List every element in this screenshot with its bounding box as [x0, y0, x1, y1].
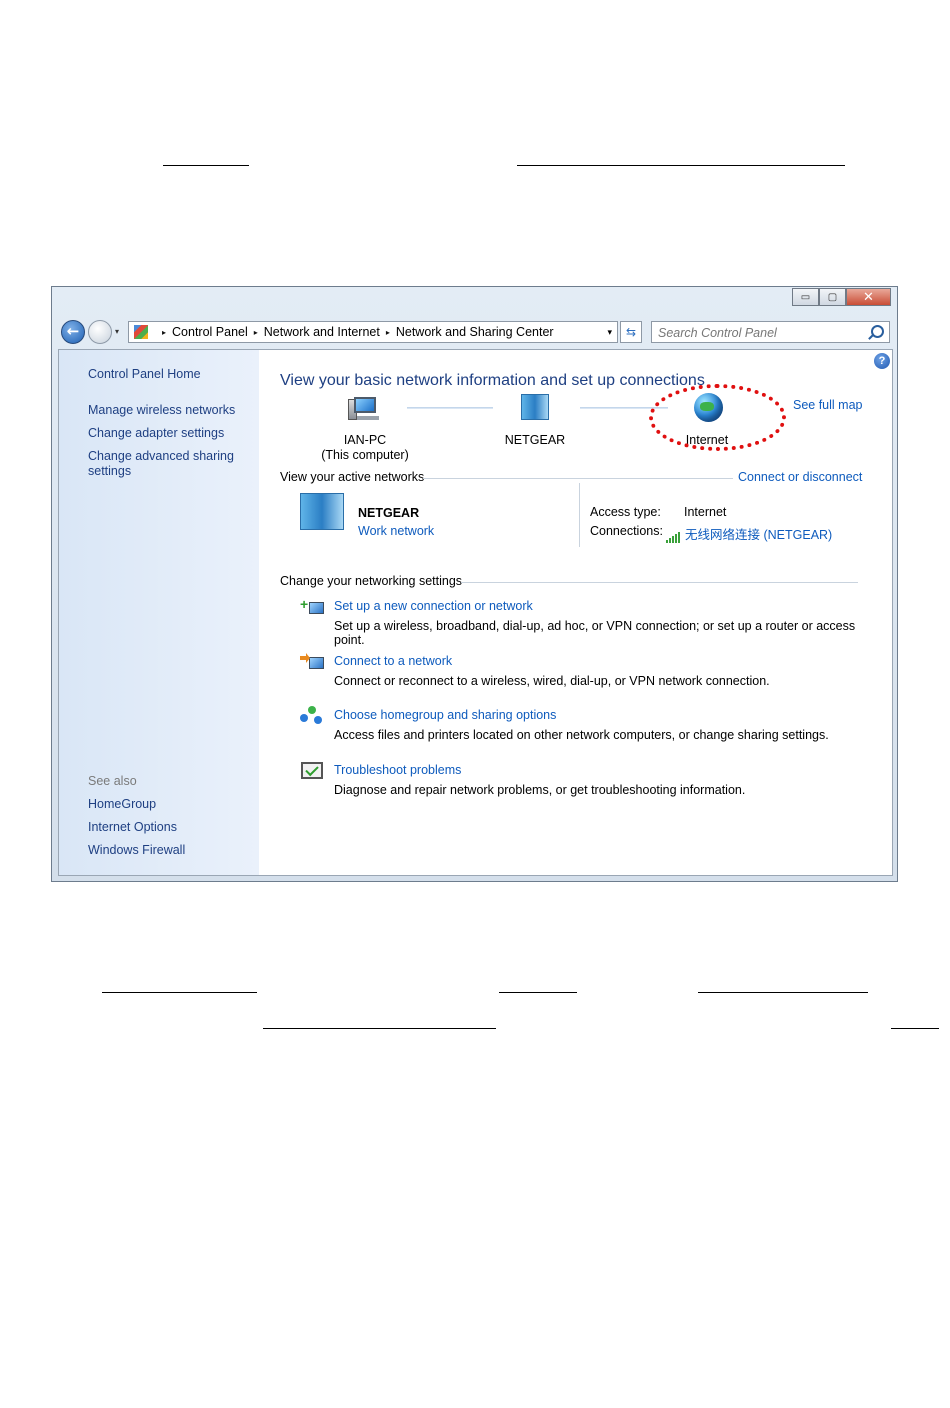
breadcrumb-separator[interactable]: ▸: [386, 328, 390, 337]
page-title: View your basic network information and …: [280, 372, 705, 389]
setup-connection-desc: Set up a wireless, broadband, dial-up, a…: [334, 619, 856, 647]
main-pane: View your basic network information and …: [280, 350, 880, 875]
homegroup-dot: [308, 706, 316, 714]
setup-connection-link[interactable]: Set up a new connection or network: [334, 599, 533, 613]
network-label: NETGEAR: [504, 433, 566, 447]
section-divider: [461, 582, 858, 583]
control-panel-icon: [134, 325, 148, 339]
task-pc-shape: [309, 602, 324, 614]
breadcrumb-network-sharing-center[interactable]: Network and Sharing Center: [396, 325, 554, 339]
settings-heading: Change your networking settings: [280, 574, 463, 588]
blank-line: [891, 1028, 939, 1029]
search-icon[interactable]: [871, 325, 884, 338]
change-advanced-sharing-link[interactable]: Change advanced sharing settings: [88, 449, 238, 479]
work-network-icon: [300, 493, 344, 530]
manage-wireless-networks-link[interactable]: Manage wireless networks: [88, 403, 248, 418]
see-full-map-link[interactable]: See full map: [793, 398, 862, 412]
connect-to-network-desc: Connect or reconnect to a wireless, wire…: [334, 674, 770, 688]
minimize-button[interactable]: ▭: [792, 288, 819, 306]
homegroup-dot: [314, 716, 322, 724]
access-type-label: Access type:: [590, 505, 661, 519]
task-plus-shape: +: [300, 596, 309, 612]
network-sharing-window: ▭ ▢ ✕ ← ▾ ▸ Control Panel ▸ Network and …: [51, 286, 898, 882]
breadcrumb-network-internet[interactable]: Network and Internet: [264, 325, 380, 339]
forward-button[interactable]: [88, 320, 112, 344]
computer-keyboard-shape: [357, 416, 379, 420]
breadcrumb-separator[interactable]: ▸: [254, 328, 258, 337]
active-network-name: NETGEAR: [358, 506, 420, 520]
address-bar[interactable]: ▸ Control Panel ▸ Network and Internet ▸…: [128, 321, 618, 343]
internet-options-link[interactable]: Internet Options: [88, 820, 248, 835]
homegroup-dot: [300, 714, 308, 722]
see-also-label: See also: [88, 774, 137, 788]
close-button[interactable]: ✕: [846, 288, 891, 306]
homegroup-icon: [300, 706, 324, 728]
change-adapter-settings-link[interactable]: Change adapter settings: [88, 426, 248, 441]
access-type-value: Internet: [684, 505, 727, 519]
homegroup-sharing-desc: Access files and printers located on oth…: [334, 728, 829, 742]
refresh-button[interactable]: ⇆: [620, 321, 642, 343]
breadcrumb-control-panel[interactable]: Control Panel: [172, 325, 248, 339]
wireless-connection-link[interactable]: 无线网络连接 (NETGEAR): [666, 524, 832, 543]
blank-line: [163, 165, 249, 166]
blank-line: [102, 992, 257, 993]
blank-line: [499, 992, 577, 993]
breadcrumb-separator[interactable]: ▸: [162, 328, 166, 337]
computer-label: IAN-PC (This computer): [310, 433, 420, 463]
homegroup-link[interactable]: HomeGroup: [88, 797, 248, 812]
address-dropdown-icon[interactable]: ▾: [607, 327, 612, 338]
connection-name[interactable]: 无线网络连接 (NETGEAR): [685, 528, 832, 542]
network-icon[interactable]: [521, 394, 549, 420]
troubleshoot-desc: Diagnose and repair network problems, or…: [334, 783, 746, 797]
homegroup-sharing-link[interactable]: Choose homegroup and sharing options: [334, 708, 556, 722]
troubleshoot-link[interactable]: Troubleshoot problems: [334, 763, 461, 777]
new-connection-icon: +: [300, 596, 324, 620]
task-pc-shape: [309, 657, 324, 669]
back-button[interactable]: ←: [61, 320, 85, 344]
blank-line: [517, 165, 845, 166]
active-networks-heading: View your active networks: [280, 470, 425, 484]
blank-line: [263, 1028, 496, 1029]
navigation-bar: ← ▾ ▸ Control Panel ▸ Network and Intern…: [58, 318, 890, 346]
connect-or-disconnect-link[interactable]: Connect or disconnect: [738, 470, 862, 484]
search-input[interactable]: [658, 324, 863, 342]
windows-firewall-link[interactable]: Windows Firewall: [88, 843, 248, 858]
section-divider: [423, 478, 733, 479]
blank-line: [698, 992, 868, 993]
connect-to-network-link[interactable]: Connect to a network: [334, 654, 452, 668]
caption-buttons: ▭ ▢ ✕: [792, 288, 891, 306]
maximize-button[interactable]: ▢: [819, 288, 846, 306]
history-dropdown-icon[interactable]: ▾: [115, 327, 119, 336]
search-box[interactable]: [651, 321, 890, 343]
computer-icon[interactable]: [348, 397, 380, 422]
connect-network-icon: [300, 653, 324, 675]
connections-label: Connections:: [590, 524, 663, 538]
section-divider: [579, 483, 580, 547]
control-panel-home-link[interactable]: Control Panel Home: [88, 367, 248, 382]
internet-highlight-circle: [649, 384, 786, 451]
signal-strength-icon: [666, 529, 681, 543]
task-pane: Control Panel Home Manage wireless netwo…: [59, 350, 259, 875]
network-type-link[interactable]: Work network: [358, 524, 434, 538]
troubleshoot-icon: [300, 761, 324, 783]
computer-monitor-shape: [354, 397, 376, 413]
computer-note: (This computer): [321, 448, 409, 462]
computer-name: IAN-PC: [343, 433, 387, 447]
map-connection-line: [407, 407, 493, 409]
